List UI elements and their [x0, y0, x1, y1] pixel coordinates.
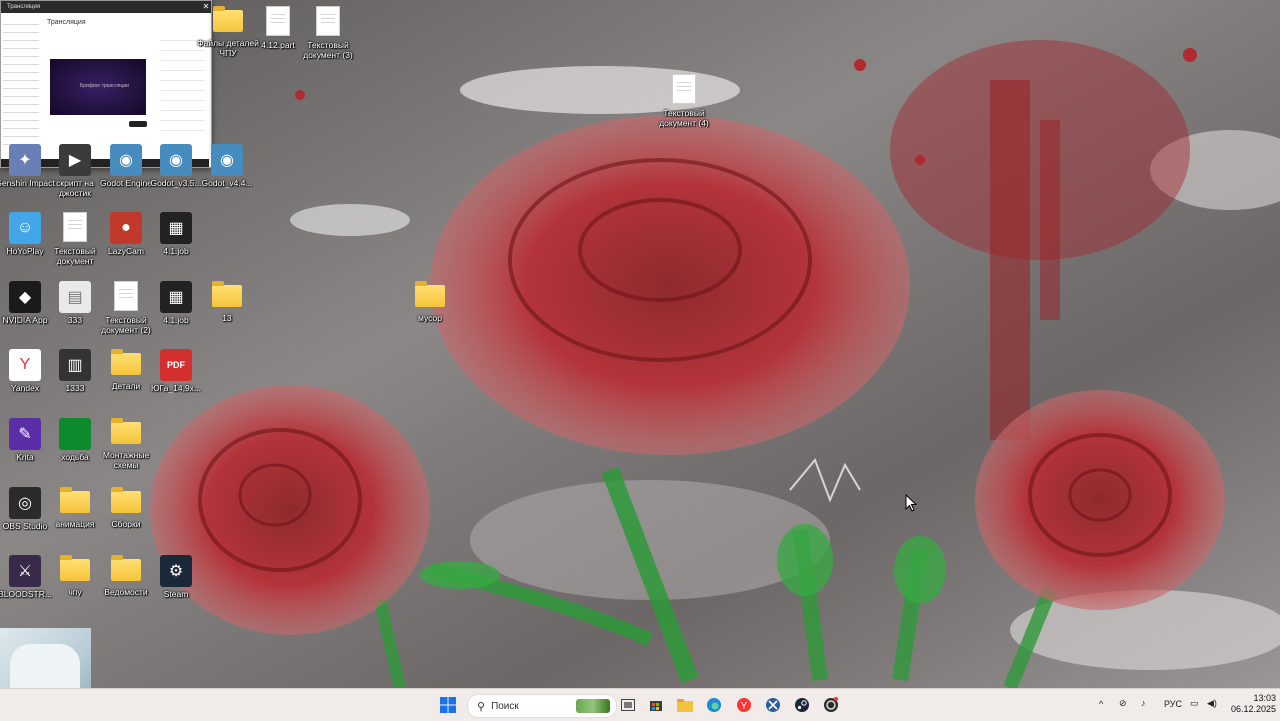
desktop-icon-builds[interactable]: Сборки: [92, 485, 160, 549]
folder-icon: [212, 281, 242, 307]
desktop-icon-label: Сборки: [111, 519, 141, 529]
task-view-icon: [621, 699, 635, 711]
language-indicator[interactable]: РУС: [1164, 699, 1182, 709]
pdf-file-icon: PDF: [160, 349, 192, 381]
svg-text:Y: Y: [741, 701, 748, 712]
taskbar-edge-button[interactable]: [702, 693, 726, 717]
text-document-icon: [114, 281, 138, 311]
app-icon: [766, 698, 780, 712]
text-document-icon: [316, 6, 340, 36]
windows-logo-icon: [440, 697, 456, 713]
folder-icon: [415, 281, 445, 307]
taskbar-obs-button[interactable]: [819, 693, 843, 717]
obs-app-icon: ◎: [9, 487, 41, 519]
i333-app-icon: ▤: [59, 281, 91, 313]
desktop-icon-label: мусор: [418, 313, 442, 323]
job1-app-icon: ▦: [160, 212, 192, 244]
godot44-app-icon: ◉: [211, 144, 243, 176]
i1333-app-icon: ▥: [59, 349, 91, 381]
desktop-icon-godot44[interactable]: ◉ Godot_v4.4...: [193, 142, 261, 206]
taskbar-explorer-button[interactable]: [673, 693, 697, 717]
preview-video-caption: Брифинг трансляции: [80, 83, 129, 89]
volume-icon[interactable]: ◀): [1207, 698, 1217, 709]
text-document-icon: [672, 74, 696, 104]
taskbar-search-box[interactable]: ⚲ Поиск: [467, 694, 617, 718]
hoyo-app-icon: ☺: [9, 212, 41, 244]
text-document-icon: [63, 212, 87, 242]
desktop-icon-f13[interactable]: 13: [193, 279, 261, 343]
taskbar-yandex-button[interactable]: Y: [732, 693, 756, 717]
taskbar-store-button[interactable]: [644, 693, 668, 717]
preview-titlebar: Трансляция ✕: [1, 1, 211, 13]
lazycam-app-icon: ●: [110, 212, 142, 244]
preview-window-label: Трансляция: [7, 4, 41, 10]
folder-icon: [677, 698, 693, 712]
desktop-icon-txt4[interactable]: Текстовый документ (4): [650, 72, 718, 136]
job2-app-icon: ▦: [160, 281, 192, 313]
desktop-icon-mount[interactable]: Монтажные схемы: [92, 416, 160, 480]
godot35-app-icon: ◉: [160, 144, 192, 176]
preview-sidebar: [3, 17, 39, 147]
genshin-app-icon: ✦: [9, 144, 41, 176]
clock-date: 06.12.2025: [1230, 704, 1276, 714]
folder-icon: [60, 555, 90, 581]
folder-icon: [111, 487, 141, 513]
folder-icon: [111, 418, 141, 444]
yandex-app-icon: Y: [9, 349, 41, 381]
taskbar: ⚲ Поиск Y ^ ⊘ ♪ РУС ▭ ◀) 13:03 06.12.202…: [0, 688, 1280, 721]
desktop-icon-label: Текстовый документ (3): [303, 40, 353, 60]
folder-icon: [60, 487, 90, 513]
microphone-icon[interactable]: ♪: [1141, 698, 1146, 708]
godot-app-icon: ◉: [110, 144, 142, 176]
preview-action-button: [129, 121, 147, 127]
desktop-icon-job1[interactable]: ▦ 4.1.job: [142, 210, 210, 274]
folder-icon: [213, 6, 243, 32]
taskbar-app-button[interactable]: [761, 693, 785, 717]
krita-app-icon: ✎: [9, 418, 41, 450]
search-icon: ⚲: [477, 700, 486, 713]
blood-app-icon: ⚔: [9, 555, 41, 587]
desktop-icon-steam[interactable]: ⚙ Steam: [142, 553, 210, 617]
start-button[interactable]: [436, 693, 460, 717]
monitor-icon[interactable]: ▭: [1190, 698, 1199, 709]
clock-time: 13:03: [1253, 693, 1276, 703]
nvidia-app-icon: ◆: [9, 281, 41, 313]
text-document-icon: [266, 6, 290, 36]
desktop-icon-pdf[interactable]: PDF ЮГа_14,9х...: [142, 347, 210, 411]
preview-page-title: Трансляция: [47, 19, 86, 26]
store-icon: [650, 701, 662, 711]
task-view-button[interactable]: [616, 693, 640, 717]
preview-video-thumbnail: Брифинг трансляции: [50, 59, 146, 115]
system-clock[interactable]: 13:03 06.12.2025: [1222, 693, 1276, 715]
steam-icon: [795, 698, 809, 712]
taskbar-steam-button[interactable]: [790, 693, 814, 717]
desktop-icon-label: ЮГа_14,9х...: [150, 383, 202, 393]
desktop-icon-label: Текстовый документ (4): [659, 108, 709, 128]
steam-app-icon: ⚙: [160, 555, 192, 587]
obs-icon: [824, 697, 838, 712]
script-app-icon: ▶: [59, 144, 91, 176]
desktop-icon-txt3[interactable]: Текстовый документ (3): [294, 4, 362, 68]
tray-chevron-up-icon[interactable]: ^: [1099, 699, 1103, 709]
network-disconnected-icon[interactable]: ⊘: [1119, 698, 1127, 709]
desktop-icon-label: 13: [222, 313, 232, 323]
desktop-icon-label: 4.1.job: [163, 246, 189, 256]
mouse-cursor-icon: [905, 494, 917, 512]
walk-app-icon: [59, 418, 91, 450]
search-placeholder: Поиск: [491, 700, 519, 712]
edge-browser-icon: [707, 698, 721, 712]
yandex-browser-icon: Y: [737, 698, 751, 712]
desktop-icon-label: Steam: [163, 589, 189, 599]
desktop-icon-label: Godot_v4.4...: [201, 178, 253, 188]
search-highlight-icon: [576, 699, 610, 713]
folder-icon: [111, 349, 141, 375]
desktop-icon-trash[interactable]: мусор: [396, 279, 464, 343]
desktop-icon-label: Монтажные схемы: [102, 450, 150, 470]
folder-icon: [111, 555, 141, 581]
